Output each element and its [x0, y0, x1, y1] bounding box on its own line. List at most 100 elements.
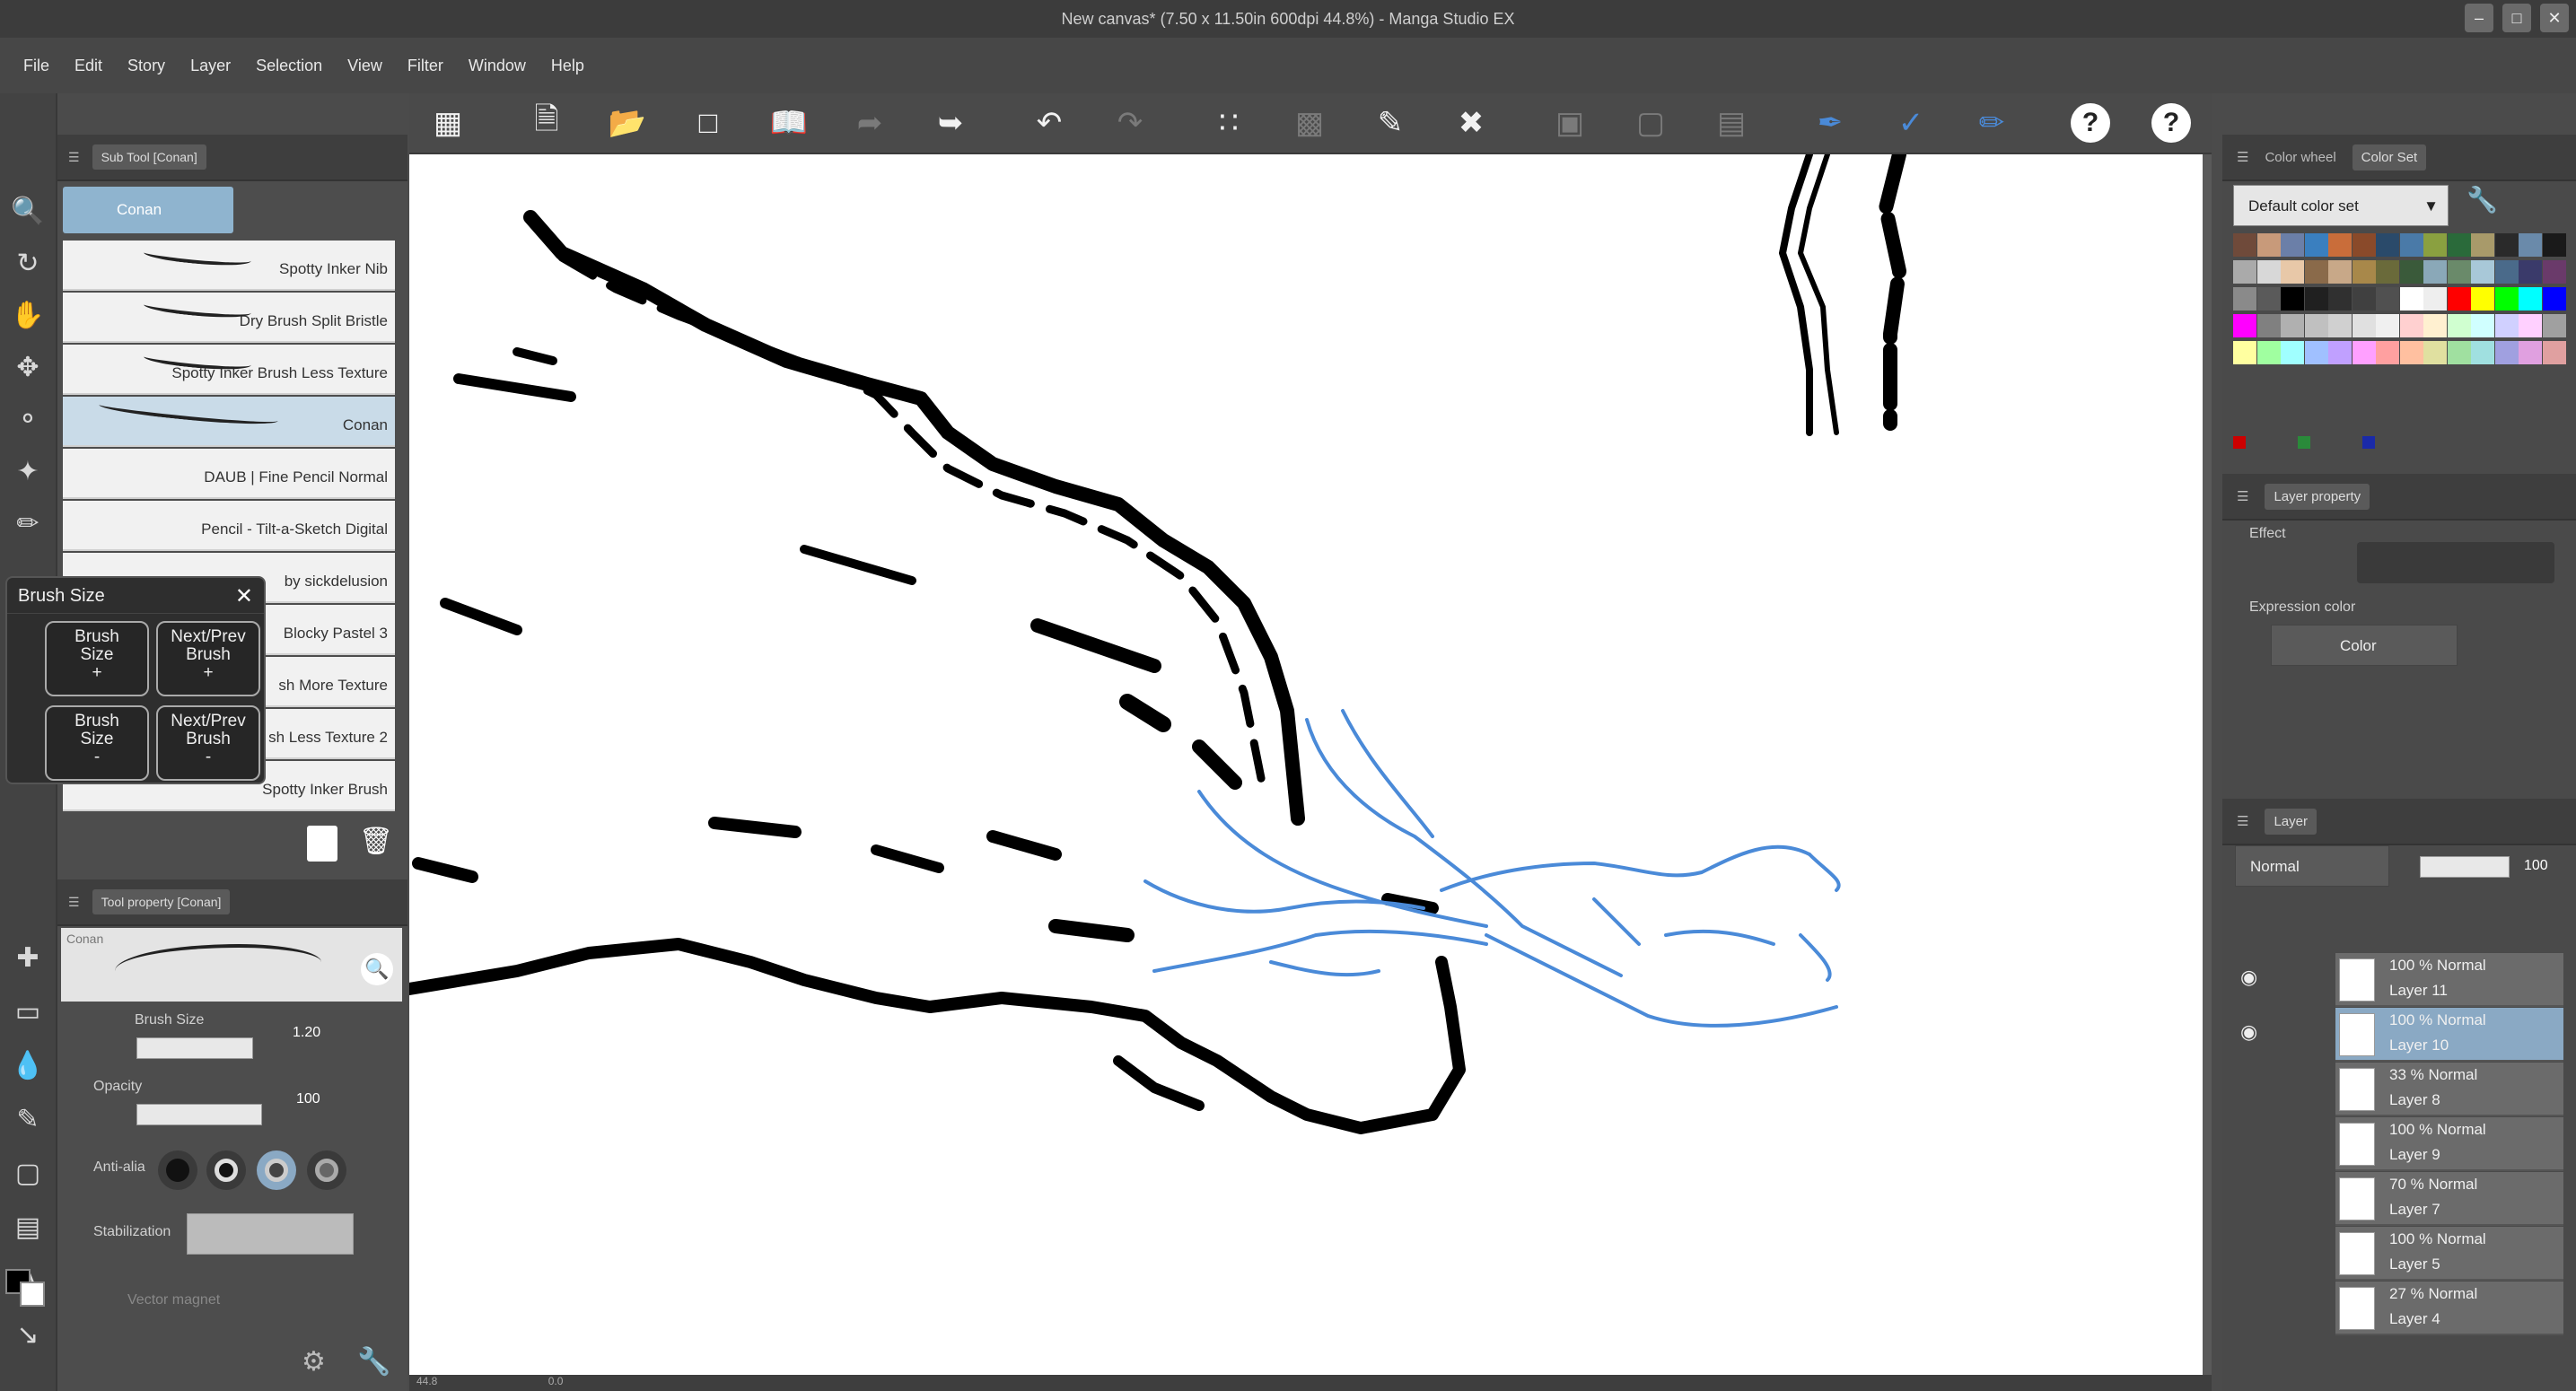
- color-swatch[interactable]: [2328, 233, 2352, 257]
- layer-row[interactable]: 100 % Normal Layer 10: [2335, 1008, 2563, 1062]
- blend-mode-dropdown[interactable]: Normal: [2235, 845, 2389, 887]
- eraser-tool-icon[interactable]: ▭: [7, 991, 48, 1032]
- antialias-none-button[interactable]: [158, 1150, 197, 1190]
- magic-wand-icon[interactable]: ✦: [7, 451, 48, 492]
- color-swatch[interactable]: [2471, 233, 2494, 257]
- blend-icon[interactable]: 💧: [7, 1045, 48, 1086]
- redo-arrow-icon[interactable]: ➦: [849, 102, 890, 144]
- color-swatch[interactable]: [2447, 233, 2471, 257]
- maximize-button[interactable]: □: [2502, 4, 2531, 32]
- menu-filter[interactable]: Filter: [395, 57, 456, 75]
- layer-opacity-slider[interactable]: [2420, 856, 2510, 878]
- layer-row[interactable]: 70 % Normal Layer 7: [2335, 1172, 2563, 1226]
- color-swatch[interactable]: [2233, 287, 2256, 311]
- color-swatch[interactable]: [2423, 287, 2447, 311]
- color-swatch[interactable]: [2233, 233, 2256, 257]
- recent-blue-swatch[interactable]: [2362, 436, 2375, 449]
- zoom-icon[interactable]: 🔍: [7, 190, 48, 232]
- color-swatch[interactable]: [2494, 260, 2519, 284]
- color-swatch[interactable]: [2328, 287, 2352, 311]
- transform-icon[interactable]: ✖: [1450, 102, 1492, 144]
- eraser-icon[interactable]: ✎: [1370, 102, 1411, 144]
- redo-icon[interactable]: ↷: [1109, 102, 1151, 144]
- line-tool-icon[interactable]: ↘: [7, 1314, 48, 1355]
- settings-gear-icon[interactable]: ⚙: [302, 1346, 337, 1382]
- antialias-mid-button[interactable]: [257, 1150, 296, 1190]
- layer-opacity-value[interactable]: 100: [2524, 858, 2548, 874]
- color-swatch[interactable]: [2256, 314, 2281, 337]
- selection-box-icon[interactable]: ▩: [1289, 102, 1330, 144]
- color-swatch[interactable]: [2352, 314, 2376, 337]
- color-swatch[interactable]: [2447, 260, 2471, 284]
- opacity-value[interactable]: 100: [296, 1091, 320, 1107]
- color-swatch[interactable]: [2423, 233, 2447, 257]
- eye-icon[interactable]: ◉: [2240, 1020, 2265, 1045]
- brush-item[interactable]: Dry Brush Split Bristle: [63, 293, 395, 343]
- new-subtool-icon[interactable]: [307, 826, 337, 862]
- ruler-icon[interactable]: ✓: [1890, 102, 1932, 144]
- angle-readout[interactable]: 0.0: [548, 1375, 564, 1387]
- brush-item[interactable]: DAUB | Fine Pencil Normal: [63, 449, 395, 499]
- move-icon[interactable]: ✥: [7, 346, 48, 388]
- dim-icon-1[interactable]: ▣: [1549, 102, 1590, 144]
- panel-menu-icon[interactable]: ☰: [68, 150, 80, 165]
- close-icon[interactable]: ✕: [235, 583, 253, 609]
- color-swatch[interactable]: [2542, 233, 2566, 257]
- help-icon[interactable]: ?: [2070, 102, 2111, 144]
- color-swatch[interactable]: [2281, 287, 2304, 311]
- color-swatch[interactable]: [2542, 314, 2566, 337]
- color-swatch[interactable]: [2352, 287, 2376, 311]
- new-file-icon[interactable]: 🗎: [526, 102, 567, 144]
- export-icon[interactable]: ➥: [930, 102, 971, 144]
- color-swatch[interactable]: [2328, 314, 2352, 337]
- grid-icon[interactable]: ▦: [427, 102, 469, 144]
- color-swatch[interactable]: [2256, 341, 2281, 364]
- minimize-button[interactable]: –: [2465, 4, 2493, 32]
- color-swatch[interactable]: [2423, 260, 2447, 284]
- brush-size-slider[interactable]: [136, 1037, 253, 1059]
- panel-menu-icon[interactable]: ☰: [68, 895, 80, 910]
- eyedropper-icon[interactable]: ✏: [7, 503, 48, 544]
- brush-item[interactable]: Spotty Inker Nib: [63, 241, 395, 291]
- brush-item[interactable]: Pencil - Tilt-a-Sketch Digital: [63, 501, 395, 551]
- color-swatch[interactable]: [2233, 314, 2256, 337]
- color-swatch[interactable]: [2542, 260, 2566, 284]
- undo-icon[interactable]: ↶: [1029, 102, 1070, 144]
- color-swatch[interactable]: [2399, 341, 2423, 364]
- layer-tab[interactable]: Layer: [2265, 808, 2317, 835]
- color-swatch[interactable]: [2281, 233, 2304, 257]
- effect-buttons[interactable]: [2357, 542, 2554, 583]
- brush-size-value[interactable]: 1.20: [293, 1025, 320, 1041]
- color-swatch[interactable]: [2352, 260, 2376, 284]
- color-swatch[interactable]: [2256, 233, 2281, 257]
- color-swatch[interactable]: [2376, 341, 2399, 364]
- color-swatch[interactable]: [2304, 314, 2328, 337]
- layer-row[interactable]: 33 % Normal Layer 8: [2335, 1063, 2563, 1116]
- eye-icon[interactable]: ◉: [2240, 966, 2265, 991]
- fill-icon[interactable]: ✎: [7, 1098, 48, 1140]
- opacity-slider[interactable]: [136, 1104, 262, 1125]
- prev-brush-button[interactable]: Next/Prev Brush -: [156, 705, 260, 781]
- color-swatch[interactable]: [2471, 287, 2494, 311]
- menu-window[interactable]: Window: [456, 57, 539, 75]
- expression-color-dropdown[interactable]: Color: [2271, 625, 2458, 666]
- next-brush-button[interactable]: Next/Prev Brush +: [156, 621, 260, 696]
- color-swatch[interactable]: [2281, 314, 2304, 337]
- color-swatch[interactable]: [2519, 341, 2542, 364]
- grid-select-icon[interactable]: ▤: [1711, 102, 1752, 144]
- color-swatch[interactable]: [2447, 341, 2471, 364]
- pen-ruler-icon[interactable]: ✒: [1809, 102, 1851, 144]
- panel-menu-icon[interactable]: ☰: [2237, 149, 2248, 165]
- color-swatch[interactable]: [2423, 341, 2447, 364]
- color-swatch[interactable]: [2328, 260, 2352, 284]
- brush-size-plus-button[interactable]: Brush Size +: [45, 621, 149, 696]
- menu-view[interactable]: View: [335, 57, 395, 75]
- tool-settings-icon[interactable]: 🔧: [357, 1346, 393, 1382]
- panel-menu-icon[interactable]: ☰: [2237, 813, 2248, 829]
- canvas-paper[interactable]: [403, 147, 2203, 1375]
- color-swatch[interactable]: [2519, 233, 2542, 257]
- color-swatch[interactable]: [2304, 260, 2328, 284]
- panel-menu-icon[interactable]: ☰: [2237, 488, 2248, 504]
- color-swatch[interactable]: [2399, 287, 2423, 311]
- brush-size-minus-button[interactable]: Brush Size -: [45, 705, 149, 781]
